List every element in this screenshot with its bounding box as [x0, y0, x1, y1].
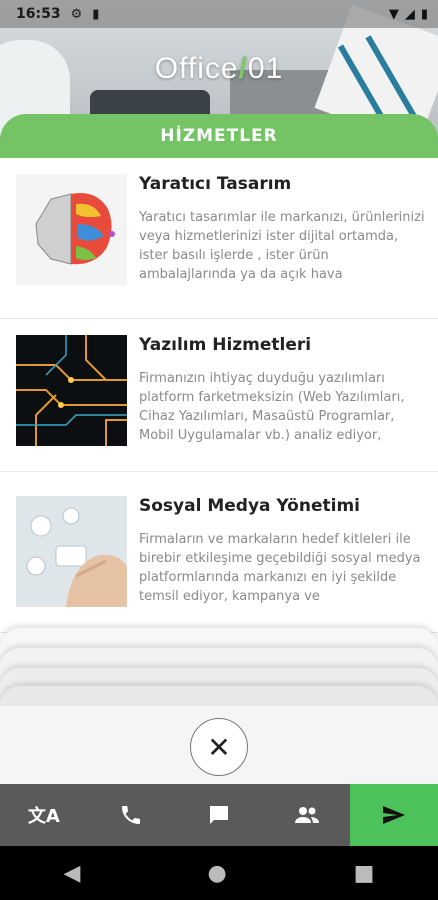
- brain-illustration: [16, 174, 127, 285]
- service-card-software[interactable]: Yazılım Hizmetleri Firmanızın ihtiyaç du…: [0, 311, 438, 472]
- chat-icon[interactable]: [175, 784, 263, 846]
- translate-icon[interactable]: 文A: [0, 784, 88, 846]
- battery-icon: ▮: [420, 6, 428, 22]
- signal-icon: ◢: [404, 6, 415, 22]
- bottom-navigation: 文A: [0, 784, 438, 846]
- wifi-icon: ▼: [388, 6, 399, 22]
- logo-slash: /: [238, 52, 248, 85]
- logo-text-number: 01: [247, 52, 284, 85]
- circuit-board-image: [16, 335, 127, 446]
- status-right: ▼ ◢ ▮: [389, 0, 428, 28]
- page-title: HİZMETLER: [0, 114, 438, 158]
- services-list[interactable]: Yaratıcı Tasarım Yaratıcı tasarımlar ile…: [0, 158, 438, 784]
- service-description: Yaratıcı tasarımlar ile markanızı, ürünl…: [139, 210, 425, 282]
- service-title: Yaratıcı Tasarım: [139, 174, 292, 194]
- app-logo: Office/01: [0, 52, 438, 86]
- social-media-image: [16, 496, 127, 607]
- send-icon[interactable]: [350, 784, 438, 846]
- home-icon[interactable]: ●: [207, 861, 226, 886]
- logo-text-office: Office: [154, 52, 239, 85]
- service-title: Yazılım Hizmetleri: [139, 335, 312, 355]
- back-icon[interactable]: ◀: [64, 861, 81, 886]
- sim-card-icon: ▮: [92, 6, 100, 22]
- service-card-creative[interactable]: Yaratıcı Tasarım Yaratıcı tasarımlar ile…: [0, 158, 438, 319]
- service-description: Firmaların ve markaların hedef kitleleri…: [139, 532, 421, 604]
- service-title: Sosyal Medya Yönetimi: [139, 496, 360, 516]
- android-navigation-bar: ◀ ● ■: [0, 846, 438, 900]
- status-bar: 16:53 ⚙ ▮ ▼ ◢ ▮: [0, 0, 438, 28]
- status-time: 16:53: [16, 6, 61, 22]
- phone-icon[interactable]: [88, 784, 176, 846]
- service-description: Firmanızın ihtiyaç duyduğu yazılımları p…: [139, 371, 405, 443]
- people-icon[interactable]: [263, 784, 351, 846]
- close-button[interactable]: ✕: [190, 718, 248, 776]
- recents-icon[interactable]: ■: [354, 861, 375, 886]
- service-card-social[interactable]: Sosyal Medya Yönetimi Firmaların ve mark…: [0, 472, 438, 633]
- gear-icon: ⚙: [70, 6, 83, 22]
